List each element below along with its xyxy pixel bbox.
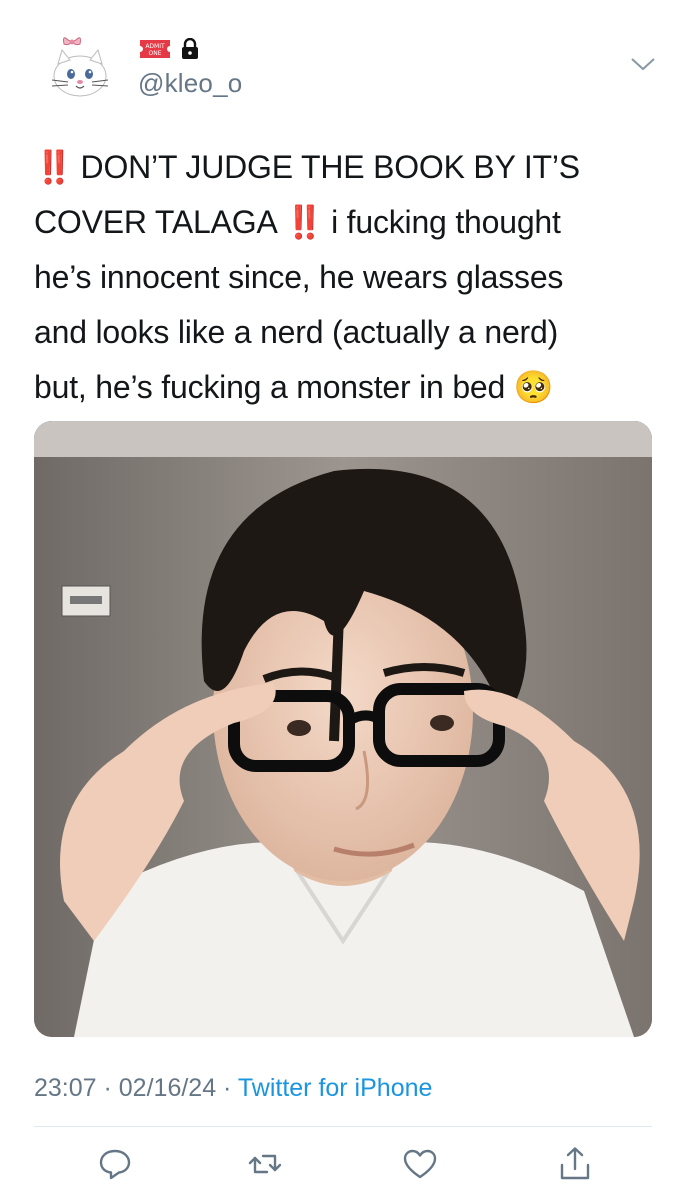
divider	[34, 1126, 652, 1127]
tweet-line-1: ‼️ DON’T JUDGE THE BOOK BY IT’S	[34, 140, 654, 195]
share-icon[interactable]	[555, 1144, 595, 1184]
tweet-time[interactable]: 23:07	[34, 1074, 97, 1102]
tweet-line-2-post: i fucking thought	[322, 204, 561, 240]
lock-icon	[180, 37, 200, 60]
chevron-down-icon[interactable]	[628, 52, 658, 76]
tweet-text: ‼️ DON’T JUDGE THE BOOK BY IT’S COVER TA…	[34, 140, 654, 415]
tweet-line-2: COVER TALAGA ‼️ i fucking thought	[34, 195, 654, 250]
tweet-line-5: but, he’s fucking a monster in bed 🥺	[34, 360, 654, 415]
double-exclamation-emoji: ‼️	[284, 204, 325, 240]
tweet-line-2-text: COVER TALAGA	[34, 204, 285, 240]
tweet-actions	[0, 1140, 685, 1190]
admit-one-ticket-icon: ADMIT ONE	[138, 38, 172, 60]
user-handle[interactable]: @kleo_o	[138, 68, 242, 99]
tweet-header: ADMIT ONE @kleo_o	[0, 0, 685, 120]
retweet-icon[interactable]	[245, 1144, 285, 1184]
heart-icon[interactable]	[400, 1144, 440, 1184]
tweet-photo[interactable]	[34, 421, 652, 1037]
meta-separator: ·	[216, 1074, 238, 1102]
cat-avatar-icon[interactable]	[42, 30, 118, 106]
tweet-date[interactable]: 02/16/24	[119, 1074, 216, 1102]
tweet-line-4: and looks like a nerd (actually a nerd)	[34, 314, 559, 350]
tweet-line-3: he’s innocent since, he wears glasses	[34, 259, 564, 295]
pleading-face-emoji: 🥺	[513, 369, 554, 405]
ticket-text-2: ONE	[148, 50, 161, 57]
display-name-row[interactable]: ADMIT ONE	[138, 36, 200, 62]
ticket-text-1: ADMIT	[145, 43, 165, 50]
tweet-line-5-text: but, he’s fucking a monster in bed	[34, 369, 514, 405]
tweet-meta: 23:07 · 02/16/24 · Twitter for iPhone	[34, 1074, 432, 1103]
reply-icon[interactable]	[95, 1144, 135, 1184]
meta-separator: ·	[96, 1074, 119, 1102]
tweet-source-link[interactable]: Twitter for iPhone	[238, 1074, 433, 1102]
tweet-line-1-text: DON’T JUDGE THE BOOK BY IT’S	[71, 149, 581, 185]
double-exclamation-emoji: ‼️	[34, 149, 74, 185]
